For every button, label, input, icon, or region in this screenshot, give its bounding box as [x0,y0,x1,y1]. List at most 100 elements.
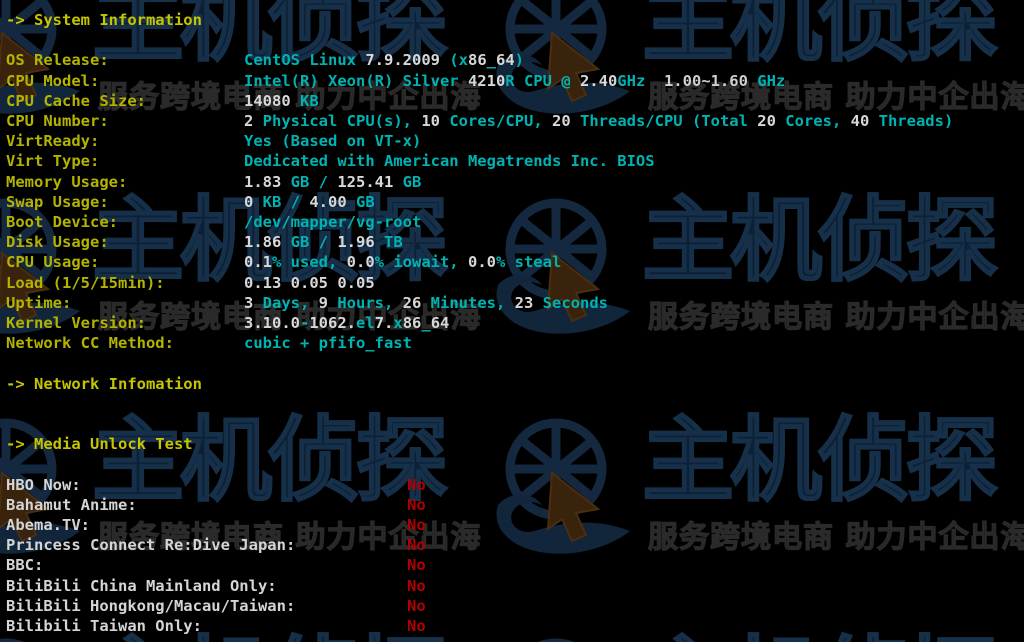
value-text: Minutes, [421,293,515,312]
value-number: 20 [757,112,776,130]
system-info-row: CPU Model: Intel(R) Xeon(R) Silver 4210R … [6,71,785,91]
media-status-value: No [407,576,426,595]
value-text: x [393,314,403,332]
media-unlock-row: Princess Connect Re:Dive Japan: No [6,535,426,555]
value-text: _ [421,314,431,332]
media-label: Bahamut Anime: [6,495,137,514]
value-text: Cores/CPU, [440,112,552,130]
system-info-row: Virt Type: Dedicated with American Megatr… [6,151,655,171]
value-number: 0.0 [467,253,496,272]
info-label: CPU Cache Size: [6,91,146,110]
value-text: % iowait, [374,253,468,272]
value-number: 64 [430,314,450,332]
system-info-row: CPU Number: 2 Physical CPU(s), 10 Cores/C… [6,111,953,131]
value-text: /dev/mapper/vg-root [244,213,422,231]
value-number: 64 [496,51,515,70]
value-text: GB [346,192,375,211]
section-header-network: -> Network Infomation [6,374,202,394]
value-number: 1.86 [244,233,282,252]
info-label: Uptime: [6,293,72,312]
info-value: 1.86 GB / 1.96 TB [244,232,403,252]
info-label: Network CC Method: [6,334,174,353]
info-value: 3 Days, 9 Hours, 26 Minutes, 23 Seconds [244,293,608,313]
system-info-row: Load (1/5/15min): 0.13 0.05 0.05 [6,273,375,293]
value-number: 3 [244,293,254,312]
info-label: Swap Usage: [6,192,109,211]
info-value: 0.1% used, 0.0% iowait, 0.0% steal [244,252,561,272]
media-status-value: No [407,475,426,494]
info-value: Intel(R) Xeon(R) Silver 4210R CPU @ 2.40… [244,71,785,91]
value-number: 0.0 [346,253,375,272]
info-value: 0.13 0.05 0.05 [244,273,375,293]
value-text: Hours, [328,293,403,312]
value-number: 125.41 [337,172,394,191]
value-number: 7. [374,314,394,332]
terminal-output: -> System Information OS Release: CentOS L… [0,0,1024,642]
system-info-row: Boot Device: /dev/mapper/vg-root [6,212,421,232]
info-value: Yes (Based on VT-x) [244,131,421,151]
info-value: CentOS Linux 7.9.2009 (x86_64) [244,50,524,70]
value-number: 10 [421,112,440,130]
info-label: Memory Usage: [6,172,128,191]
info-label: VirtReady: [6,132,100,151]
value-number: 4210 [467,71,506,90]
info-value: 0 KB / 4.00 GB [244,192,375,212]
value-number: 2 [244,112,254,130]
value-number: 23 [514,293,534,312]
value-text: ) [514,51,525,70]
value-number: 9 [318,293,329,312]
value-number: 0 [244,192,254,211]
value-text: (x [439,51,468,70]
value-number: 4.00 [309,192,347,211]
value-text: Threads/CPU (Total [570,112,758,130]
info-label: OS Release: [6,51,109,70]
section-header-system: -> System Information [6,10,202,30]
system-info-row: CPU Usage: 0.1% used, 0.0% iowait, 0.0% s… [6,252,561,272]
value-text: % used, [272,253,347,272]
value-text: Threads) [869,112,954,130]
section-header-text: -> Media Unlock Test [6,435,193,454]
system-info-row: Kernel Version: 3.10.0-1062.el7.x86_64 [6,313,449,333]
media-label: HBO Now: [6,475,81,494]
value-text: _ [486,51,496,70]
value-number: 1.83 [244,172,282,191]
system-info-row: OS Release: CentOS Linux 7.9.2009 (x86_64… [6,50,524,70]
media-status-value: No [407,596,426,615]
value-number: 7.9.2009 [365,51,440,70]
value-number: 3.10.0 [244,314,300,332]
cpu-frequency-range: 1.00~1.60 [645,71,758,90]
media-label: Bilibili Taiwan Only: [6,617,202,635]
info-label: Kernel Version: [6,314,146,332]
value-number: 0.1 [244,253,272,272]
value-number: 1.96 [337,233,375,252]
system-info-row: CPU Cache Size: 14080 KB [6,91,319,111]
value-number: 2.40 [579,71,618,90]
media-unlock-row: HBO Now: No [6,475,426,495]
media-unlock-row: BiliBili China Mainland Only: No [6,576,426,596]
media-status-value: No [407,536,426,555]
value-text: KB / [253,192,310,211]
media-label: BiliBili Hongkong/Macau/Taiwan: [6,596,296,615]
media-label: BiliBili China Mainland Only: [6,576,277,595]
media-unlock-row: Bahamut Anime: No [6,495,426,515]
value-text [281,274,290,292]
value-text: Yes (Based on VT-x) [244,132,422,151]
info-label: CPU Number: [6,112,109,130]
value-text: KB [290,91,319,110]
info-value: cubic + pfifo_fast [244,333,412,353]
value-text: cubic + pfifo_fast [244,334,412,353]
media-unlock-row: Abema.TV: No [6,515,426,535]
value-number: 86 [467,51,487,70]
info-value: /dev/mapper/vg-root [244,212,421,232]
info-value: 14080 KB [244,91,319,111]
value-number: 0.13 [244,273,282,292]
terminal-window: 主机侦探 服务跨境电商 助力中企出海 主机侦探 服务跨境电商 助力中企出海 主机侦探… [0,0,1024,642]
section-header-media: -> Media Unlock Test [6,434,193,454]
value-text: el [356,314,375,332]
system-info-row: Uptime: 3 Days, 9 Hours, 26 Minutes, 23 S… [6,293,608,313]
value-text: Seconds [533,293,608,312]
media-label: Abema.TV: [6,516,90,534]
value-text: Dedicated with American Megatrends Inc. … [244,152,655,171]
value-text: GB / [281,233,338,252]
value-text [328,274,337,292]
